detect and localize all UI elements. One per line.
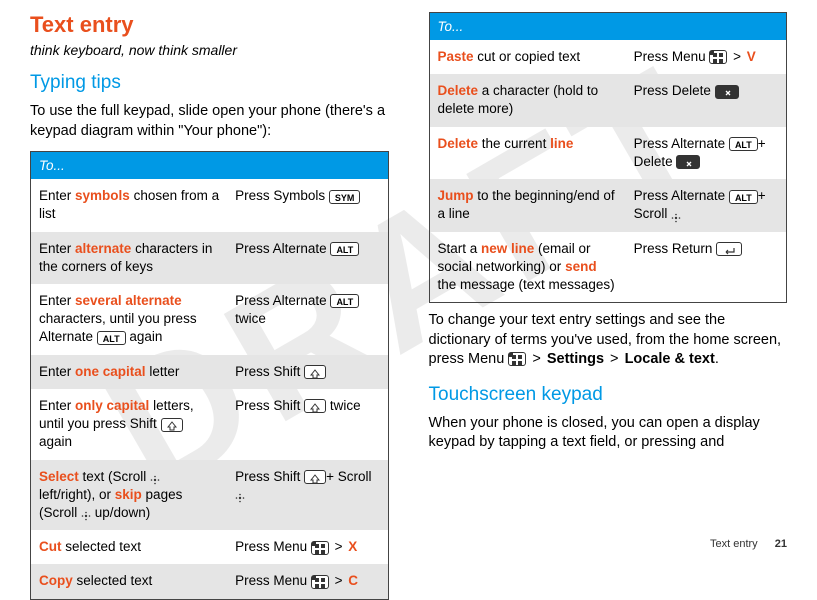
table-row: Enter only capital letters, until you pr… — [31, 389, 389, 460]
menu-icon — [709, 50, 727, 64]
shift-key-icon — [304, 365, 326, 379]
shortcuts-table-right: To... Paste cut or copied textPress Menu… — [429, 12, 788, 303]
page-title: Text entry — [30, 12, 389, 38]
table-row: Jump to the beginning/end of a linePress… — [429, 179, 787, 231]
alt-key-icon: ALT — [729, 190, 758, 204]
shift-key-icon — [304, 399, 326, 413]
alt-key-icon: ALT — [330, 242, 359, 256]
shortcuts-table-left: To... Enter symbols chosen from a listPr… — [30, 151, 389, 600]
menu-icon — [311, 541, 329, 555]
typing-tips-paragraph: To use the full keypad, slide open your … — [30, 102, 389, 141]
menu-icon — [508, 352, 526, 366]
right-column: To... Paste cut or copied textPress Menu… — [429, 6, 788, 600]
table-row: Enter alternate characters in the corner… — [31, 232, 389, 284]
table-header: To... — [429, 13, 787, 41]
table-row: Copy selected textPress Menu > C — [31, 564, 389, 599]
change-settings-paragraph: To change your text entry settings and s… — [429, 311, 788, 370]
table-row: Enter several alternate characters, unti… — [31, 284, 389, 355]
shift-key-icon — [161, 418, 183, 432]
touchscreen-keypad-paragraph: When your phone is closed, you can open … — [429, 414, 788, 453]
table-row: Select text (Scroll left/right), or skip… — [31, 460, 389, 531]
typing-tips-heading: Typing tips — [30, 72, 389, 94]
alt-key-icon: ALT — [729, 137, 758, 151]
scroll-icon — [235, 490, 245, 500]
table-row: Delete a character (hold to delete more)… — [429, 74, 787, 126]
table-row: Delete the current linePress Alternate A… — [429, 127, 787, 179]
shift-key-icon — [304, 470, 326, 484]
touchscreen-keypad-heading: Touchscreen keypad — [429, 384, 788, 406]
table-row: Paste cut or copied textPress Menu > V — [429, 40, 787, 74]
alt-key-icon: ALT — [97, 331, 126, 345]
delete-key-icon — [715, 85, 739, 99]
scroll-icon — [671, 210, 681, 220]
table-row: Enter one capital letterPress Shift — [31, 355, 389, 389]
page-subtitle: think keyboard, now think smaller — [30, 42, 389, 58]
table-row: Start a new line (email or social networ… — [429, 232, 787, 303]
delete-key-icon — [676, 155, 700, 169]
menu-icon — [311, 575, 329, 589]
sym-key-icon: SYM — [329, 190, 361, 204]
return-key-icon — [716, 242, 742, 256]
table-row: Cut selected textPress Menu > X — [31, 530, 389, 564]
table-row: Enter symbols chosen from a listPress Sy… — [31, 179, 389, 231]
left-column: Text entry think keyboard, now think sma… — [30, 6, 389, 600]
scroll-icon — [150, 472, 160, 482]
alt-key-icon: ALT — [330, 294, 359, 308]
scroll-icon — [81, 508, 91, 518]
table-header: To... — [31, 152, 389, 180]
